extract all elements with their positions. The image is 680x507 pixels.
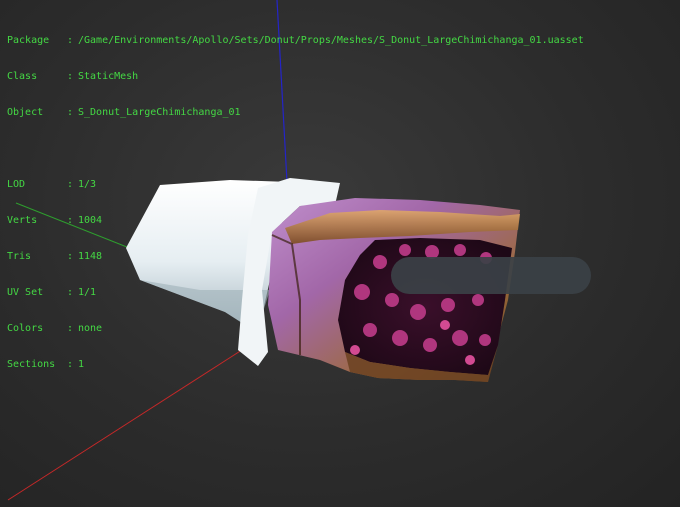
tris-value: 1148 <box>78 251 103 262</box>
separator: : <box>67 107 74 118</box>
tris-label: Tris <box>7 251 32 262</box>
colors-value: none <box>78 323 103 334</box>
separator: : <box>67 323 74 334</box>
object-row: Object: S_Donut_LargeChimichanga_01 <box>7 107 584 119</box>
separator: : <box>67 71 74 82</box>
lod-row: LOD:1/3 <box>7 179 584 191</box>
class-row: Class: StaticMesh <box>7 71 584 83</box>
scrub-bar[interactable] <box>391 257 591 294</box>
sections-row: Sections:1 <box>7 359 584 371</box>
class-value: StaticMesh <box>78 71 139 82</box>
verts-label: Verts <box>7 215 38 226</box>
colors-row: Colors: none <box>7 323 584 335</box>
lod-value: 1/3 <box>78 179 97 190</box>
object-label: Object <box>7 107 44 118</box>
sections-label: Sections <box>7 359 56 370</box>
separator: : <box>67 287 74 298</box>
mesh-info-overlay: Package: /Game/Environments/Apollo/Sets/D… <box>7 11 584 383</box>
separator: : <box>67 359 74 370</box>
colors-label: Colors <box>7 323 44 334</box>
package-value: /Game/Environments/Apollo/Sets/Donut/Pro… <box>78 35 584 46</box>
sections-value: 1 <box>78 359 85 370</box>
separator: : <box>67 251 74 262</box>
verts-row: Verts:1004 <box>7 215 584 227</box>
separator: : <box>67 179 74 190</box>
package-row: Package: /Game/Environments/Apollo/Sets/D… <box>7 35 584 47</box>
verts-value: 1004 <box>78 215 103 226</box>
separator: : <box>67 215 74 226</box>
object-value: S_Donut_LargeChimichanga_01 <box>78 107 241 118</box>
class-label: Class <box>7 71 38 82</box>
lod-label: LOD <box>7 179 26 190</box>
uvset-label: UV Set <box>7 287 44 298</box>
separator: : <box>67 35 74 46</box>
package-label: Package <box>7 35 50 46</box>
uvset-value: 1/1 <box>78 287 97 298</box>
